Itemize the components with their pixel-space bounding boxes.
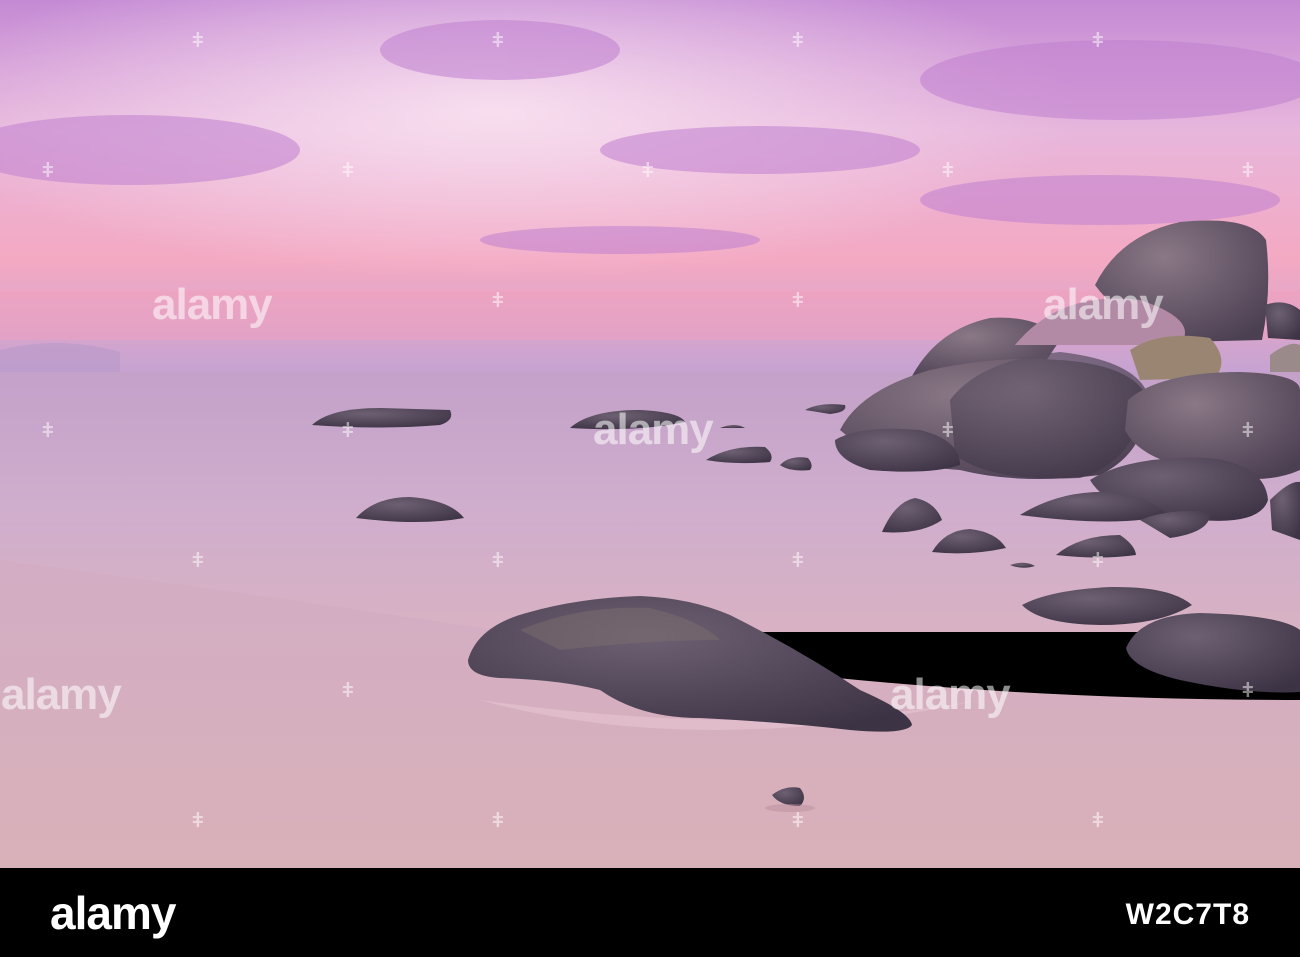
footer-bar: alamy W2C7T8 (0, 868, 1300, 957)
watermark-dot: ǂ (1092, 550, 1104, 572)
image-stage: alamy alamy alamy alamy alamy ǂ ǂ ǂ ǂ ǂ … (0, 0, 1300, 957)
watermark-dot: ǂ (192, 810, 204, 832)
watermark-dot: ǂ (792, 30, 804, 52)
watermark-dot: ǂ (492, 30, 504, 52)
watermark-dot: ǂ (492, 810, 504, 832)
watermark: alamy (152, 280, 273, 329)
watermark-dot: ǂ (1242, 160, 1254, 182)
watermark-dot: ǂ (342, 160, 354, 182)
watermark-dot: ǂ (942, 420, 954, 442)
watermark: alamy (1043, 280, 1164, 329)
watermark-dot: ǂ (342, 420, 354, 442)
watermark-dot: ǂ (42, 160, 54, 182)
watermark-dot: ǂ (492, 290, 504, 312)
watermark: alamy (1, 670, 122, 719)
watermark-dot: ǂ (42, 420, 54, 442)
watermark-dot: ǂ (942, 160, 954, 182)
watermark-dot: ǂ (1092, 30, 1104, 52)
watermark: alamy (890, 670, 1011, 719)
watermark-dot: ǂ (492, 550, 504, 572)
watermark-dot: ǂ (1092, 810, 1104, 832)
watermark-dot: ǂ (792, 810, 804, 832)
watermark: alamy (593, 405, 714, 454)
alamy-logo: alamy (50, 887, 176, 939)
watermark-dot: ǂ (1242, 680, 1254, 702)
watermark-dot: ǂ (792, 290, 804, 312)
watermark-dot: ǂ (342, 680, 354, 702)
watermark-dot: ǂ (192, 30, 204, 52)
watermark-dot: ǂ (642, 160, 654, 182)
watermark-dot: ǂ (792, 550, 804, 572)
watermark-dot: ǂ (192, 550, 204, 572)
image-id: W2C7T8 (1125, 898, 1250, 931)
watermark-dot: ǂ (1242, 420, 1254, 442)
